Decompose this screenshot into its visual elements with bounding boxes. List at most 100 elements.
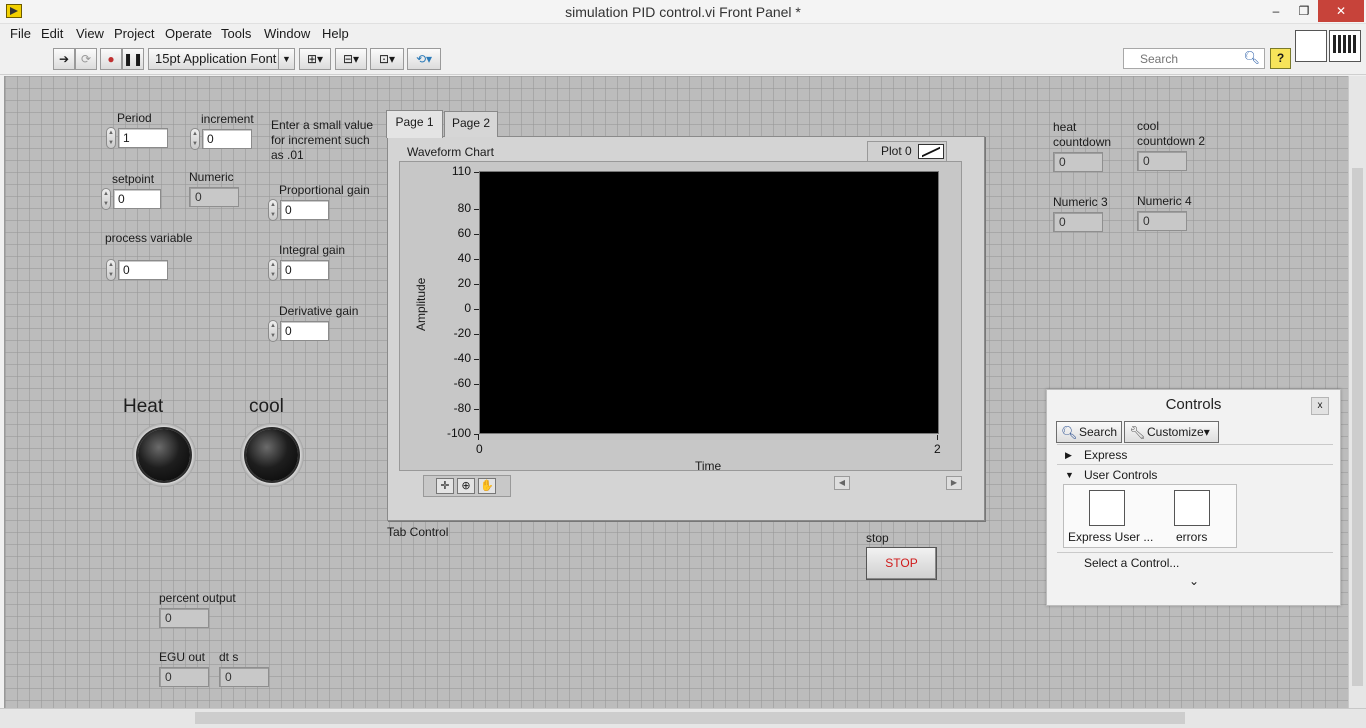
menu-project[interactable]: Project bbox=[114, 26, 154, 41]
palette-expand-more-icon[interactable]: ⌄ bbox=[1189, 574, 1199, 588]
tab-page-1[interactable]: Page 1 bbox=[386, 110, 443, 138]
chart-plot-area[interactable] bbox=[479, 171, 939, 434]
integral-gain-input[interactable]: 0 bbox=[280, 260, 329, 280]
y-tick-mark-9 bbox=[474, 409, 479, 411]
close-button[interactable]: ✕ bbox=[1318, 0, 1364, 22]
resize-objects-icon[interactable]: ⊡▾ bbox=[370, 48, 404, 70]
menu-tools[interactable]: Tools bbox=[221, 26, 251, 41]
express-user-libraries-icon[interactable] bbox=[1089, 490, 1125, 526]
palette-search-button[interactable]: 🔍︎ Search bbox=[1056, 421, 1122, 443]
zoom-icon[interactable]: ⊕ bbox=[457, 478, 475, 494]
period-label: Period bbox=[117, 111, 152, 125]
derivative-gain-label: Derivative gain bbox=[279, 304, 359, 318]
numeric-3-label: Numeric 3 bbox=[1053, 195, 1108, 209]
horizontal-scrollbar[interactable] bbox=[0, 708, 1366, 728]
title-bar: simulation PID control.vi Front Panel * … bbox=[0, 0, 1366, 24]
palette-category-user-controls[interactable]: ▼ User Controls bbox=[1057, 464, 1333, 484]
abort-icon[interactable]: ● bbox=[100, 48, 122, 70]
proportional-gain-input[interactable]: 0 bbox=[280, 200, 329, 220]
x-axis-label: Time bbox=[695, 459, 722, 473]
run-arrow-icon[interactable]: ➔ bbox=[53, 48, 75, 70]
palette-search-label: Search bbox=[1079, 425, 1118, 439]
process-variable-input[interactable]: 0 bbox=[118, 260, 168, 280]
setpoint-input[interactable]: 0 bbox=[113, 189, 161, 209]
search-icon[interactable]: 🔍︎ bbox=[1243, 50, 1260, 66]
increment-input[interactable]: 0 bbox=[202, 129, 252, 149]
vertical-scroll-thumb[interactable] bbox=[1352, 168, 1363, 686]
cool-led[interactable] bbox=[240, 423, 304, 487]
vertical-scrollbar[interactable] bbox=[1348, 76, 1366, 708]
font-selector-label: 15pt Application Font bbox=[155, 51, 277, 66]
search-input[interactable] bbox=[1138, 51, 1242, 66]
palette-item-errors-label[interactable]: errors bbox=[1176, 530, 1207, 544]
proportional-gain-label: Proportional gain bbox=[279, 183, 370, 197]
restore-button[interactable]: ❐ bbox=[1290, 0, 1318, 22]
increment-note-line2: for increment such bbox=[271, 133, 370, 147]
palette-customize-button[interactable]: 🔧︎ Customize▾ bbox=[1124, 421, 1219, 443]
palette-select-control[interactable]: Select a Control... bbox=[1057, 552, 1333, 572]
y-tick-mark-5 bbox=[474, 309, 479, 311]
tab-page-2[interactable]: Page 2 bbox=[444, 111, 498, 137]
pan-hand-icon[interactable]: ✋ bbox=[478, 478, 496, 494]
connector-pane-icon[interactable] bbox=[1329, 30, 1361, 62]
context-help-button[interactable]: ? bbox=[1270, 48, 1291, 69]
integral-gain-stepper[interactable]: ▲ ▼ bbox=[268, 259, 278, 281]
menu-file[interactable]: File bbox=[10, 26, 31, 41]
minimize-button[interactable]: – bbox=[1262, 0, 1290, 22]
y-tick-7: -40 bbox=[453, 351, 471, 366]
increment-stepper[interactable]: ▲ ▼ bbox=[190, 128, 200, 150]
y-tick-0: 110 bbox=[451, 164, 471, 178]
numeric-4-label: Numeric 4 bbox=[1137, 194, 1192, 208]
distribute-objects-icon[interactable]: ⊟▾ bbox=[335, 48, 367, 70]
reorder-icon[interactable]: ⟲▾ bbox=[407, 48, 441, 70]
heat-countdown-label-line1: heat bbox=[1053, 120, 1077, 134]
scroll-left-icon[interactable]: ◀ bbox=[834, 476, 850, 490]
egu-out-indicator: 0 bbox=[159, 667, 209, 687]
series-name-plot-0: Plot 0 bbox=[881, 144, 912, 158]
derivative-gain-stepper[interactable]: ▲ ▼ bbox=[268, 320, 278, 342]
y-tick-mark-4 bbox=[474, 284, 479, 286]
menu-operate[interactable]: Operate bbox=[165, 26, 212, 41]
process-variable-label: process variable bbox=[105, 231, 193, 245]
y-tick-mark-7 bbox=[474, 359, 479, 361]
crosshair-cursor-icon[interactable]: ✛ bbox=[436, 478, 454, 494]
menu-help[interactable]: Help bbox=[322, 26, 349, 41]
derivative-gain-input[interactable]: 0 bbox=[280, 321, 329, 341]
menu-view[interactable]: View bbox=[76, 26, 104, 41]
setpoint-stepper[interactable]: ▲ ▼ bbox=[101, 188, 111, 210]
increment-note-line1: Enter a small value bbox=[271, 118, 374, 132]
expand-triangle-icon: ▶ bbox=[1065, 450, 1072, 460]
tab-control-label: Tab Control bbox=[387, 525, 449, 539]
stop-button[interactable]: STOP bbox=[866, 547, 937, 580]
scroll-right-icon[interactable]: ▶ bbox=[946, 476, 962, 490]
plot-legend[interactable]: Plot 0 bbox=[867, 141, 947, 162]
horizontal-scroll-thumb[interactable] bbox=[195, 712, 1185, 724]
palette-category-express-label: Express bbox=[1084, 448, 1128, 462]
controls-palette-close-button[interactable]: x bbox=[1311, 397, 1329, 415]
search-box[interactable]: 🔍︎ bbox=[1123, 48, 1265, 69]
align-objects-icon[interactable]: ⊞▾ bbox=[299, 48, 331, 70]
heat-led[interactable] bbox=[132, 423, 196, 487]
process-variable-stepper[interactable]: ▲ ▼ bbox=[106, 259, 116, 281]
pause-icon[interactable]: ❚❚ bbox=[122, 48, 144, 70]
errors-icon[interactable] bbox=[1174, 490, 1210, 526]
numeric-4-indicator: 0 bbox=[1137, 211, 1187, 231]
controls-palette-window: Controls x 🔍︎ Search 🔧︎ Customize▾ ▶ Exp… bbox=[1046, 389, 1341, 606]
plot-line-style-icon[interactable] bbox=[918, 144, 944, 159]
palette-item-express-user-label[interactable]: Express User ... bbox=[1068, 530, 1153, 544]
menu-window[interactable]: Window bbox=[264, 26, 310, 41]
font-selector[interactable]: 15pt Application Font ▼ bbox=[148, 48, 295, 70]
y-axis-label: Amplitude bbox=[414, 277, 428, 331]
period-stepper[interactable]: ▲ ▼ bbox=[106, 127, 116, 149]
run-continuously-icon[interactable]: ⟳ bbox=[75, 48, 97, 70]
y-tick-10: -100 bbox=[446, 426, 471, 440]
vi-icon[interactable] bbox=[1295, 30, 1327, 62]
palette-category-express[interactable]: ▶ Express bbox=[1057, 444, 1333, 464]
x-tick-mark-1 bbox=[937, 435, 938, 440]
period-input[interactable]: 1 bbox=[118, 128, 168, 148]
menu-edit[interactable]: Edit bbox=[41, 26, 63, 41]
dt-s-label: dt s bbox=[219, 650, 239, 664]
y-tick-5: 0 bbox=[464, 301, 471, 316]
proportional-gain-stepper[interactable]: ▲ ▼ bbox=[268, 199, 278, 221]
percent-output-label: percent output bbox=[159, 591, 236, 605]
